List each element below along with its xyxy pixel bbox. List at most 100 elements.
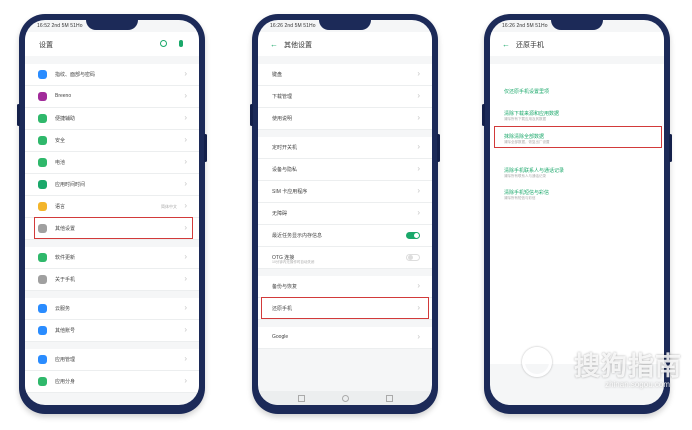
setting-label: 应用时间时间 [55, 182, 86, 188]
chevron-right-icon: › [184, 376, 187, 385]
status-bar-text: 16:26 2nd 5M 51Ho [502, 23, 548, 29]
screen: 16:26 2nd 5M 51Ho ← 其他设置 键盘 › 下载管理 › 使用说明 › 定时… [258, 20, 432, 405]
clear-downloads-option[interactable]: 清除下载来源和应用数据 [504, 110, 559, 117]
other-setting-row[interactable]: SIM 卡应用程序 › [258, 181, 432, 203]
chevron-right-icon: › [184, 201, 187, 210]
chevron-right-icon: › [417, 281, 420, 290]
other-setting-row[interactable]: 设备与隐私 › [258, 159, 432, 181]
setting-label: 电池 [55, 160, 66, 166]
setting-label: 指纹、面部与密码 [55, 72, 96, 78]
setting-icon [38, 377, 47, 386]
setting-label: 最近任务显示内存信息 [272, 233, 323, 239]
toggle-switch[interactable] [406, 232, 420, 239]
clear-downloads-desc: 清除所有下载应用及其数据 [504, 117, 546, 121]
setting-label: 设备与隐私 [272, 167, 298, 173]
other-setting-row[interactable]: OTG 连接 10分钟内无操作时自动关闭 [258, 247, 432, 269]
chevron-right-icon: › [417, 186, 420, 195]
battery-icon [402, 24, 420, 37]
setting-icon [38, 326, 47, 335]
setting-icon [38, 158, 47, 167]
setting-label: SIM 卡应用程序 [272, 189, 308, 195]
clear-sms-option[interactable]: 清除手机短信与彩信 [504, 189, 549, 196]
setting-icon [38, 114, 47, 123]
header: 设置 [25, 32, 199, 56]
battery-icon [634, 24, 652, 37]
other-setting-row[interactable]: 定时开关机 › [258, 137, 432, 159]
chevron-right-icon: › [184, 303, 187, 312]
chevron-right-icon: › [417, 69, 420, 78]
settings-row[interactable]: 安全 › [25, 130, 199, 152]
chevron-right-icon: › [184, 157, 187, 166]
settings-row[interactable]: 其他账号 › [25, 320, 199, 342]
setting-label: 语言 [55, 204, 66, 210]
settings-row[interactable]: 关于手机 › [25, 269, 199, 291]
settings-row[interactable]: 语言 简体中文 › [25, 196, 199, 218]
settings-row[interactable]: 应用时间时间 › [25, 174, 199, 196]
setting-icon [38, 202, 47, 211]
other-setting-row[interactable]: 使用说明 › [258, 108, 432, 130]
setting-label: 无障碍 [272, 211, 288, 217]
setting-label: 软件更新 [55, 255, 76, 261]
status-bar-text: 16:52 2nd 5M 51Ho [37, 23, 83, 29]
volume-button [250, 104, 253, 126]
notch [551, 20, 603, 30]
highlight-box [34, 217, 193, 239]
other-setting-row[interactable]: 下载管理 › [258, 86, 432, 108]
other-setting-row[interactable]: 键盘 › [258, 64, 432, 86]
other-setting-row[interactable]: Google › [258, 327, 432, 349]
settings-row[interactable]: 应用管理 › [25, 349, 199, 371]
notch [86, 20, 138, 30]
toggle-switch[interactable] [406, 254, 420, 261]
other-setting-row[interactable]: 备份与恢复 › [258, 276, 432, 298]
setting-icon [38, 180, 47, 189]
settings-row[interactable]: 云服务 › [25, 298, 199, 320]
watermark-logo-icon [522, 347, 552, 377]
back-arrow-icon[interactable]: ← [270, 41, 278, 49]
setting-label: 键盘 [272, 72, 283, 78]
screen: 16:52 2nd 5M 51Ho 设置 指纹、面部与密码 › Breeno › 便捷辅… [25, 20, 199, 405]
chevron-right-icon: › [184, 91, 187, 100]
setting-label: 备份与恢复 [272, 284, 298, 290]
settings-row[interactable]: 软件更新 › [25, 247, 199, 269]
back-icon[interactable] [386, 395, 393, 402]
setting-label: 关于手机 [55, 277, 76, 283]
setting-icon [38, 275, 47, 284]
setting-label: 使用说明 [272, 116, 293, 122]
header: ← 还原手机 [490, 32, 664, 56]
group-divider [258, 320, 432, 327]
volume-button [17, 104, 20, 126]
setting-description: 10分钟内无操作时自动关闭 [272, 260, 315, 264]
back-arrow-icon[interactable]: ← [502, 41, 510, 49]
settings-row[interactable]: 电池 › [25, 152, 199, 174]
menu-icon[interactable] [298, 395, 305, 402]
chevron-right-icon: › [184, 179, 187, 188]
page-title: 设置 [39, 42, 53, 49]
chevron-right-icon: › [184, 113, 187, 122]
clear-contacts-option[interactable]: 清除手机联系人与通话记录 [504, 167, 564, 174]
reset-settings-option[interactable]: 仅还原手机设置里项 [504, 88, 549, 95]
chevron-right-icon: › [417, 208, 420, 217]
other-setting-row[interactable]: 最近任务显示内存信息 [258, 225, 432, 247]
home-icon[interactable] [342, 395, 349, 402]
settings-row[interactable]: Breeno › [25, 86, 199, 108]
setting-label: 应用分身 [55, 379, 76, 385]
chevron-right-icon: › [417, 91, 420, 100]
power-button [669, 134, 672, 162]
chevron-right-icon: › [417, 142, 420, 151]
search-icon[interactable] [160, 40, 167, 47]
settings-row[interactable]: 应用分身 › [25, 371, 199, 393]
clear-sms-desc: 清除所有短信与彩信 [504, 196, 536, 200]
settings-row[interactable]: 便捷辅助 › [25, 108, 199, 130]
setting-label: 应用管理 [55, 357, 76, 363]
settings-row[interactable]: 指纹、面部与密码 › [25, 64, 199, 86]
group-divider [258, 130, 432, 137]
microphone-icon[interactable] [179, 40, 183, 47]
clear-contacts-desc: 清除所有联系人与通话记录 [504, 174, 546, 178]
other-setting-row[interactable]: 无障碍 › [258, 203, 432, 225]
phone-other-settings: 16:26 2nd 5M 51Ho ← 其他设置 键盘 › 下载管理 › 使用说明 › 定时… [250, 14, 440, 414]
setting-label: Google [272, 334, 289, 340]
chevron-right-icon: › [184, 69, 187, 78]
setting-icon [38, 70, 47, 79]
setting-value: 简体中文 [161, 204, 177, 209]
notch [319, 20, 371, 30]
